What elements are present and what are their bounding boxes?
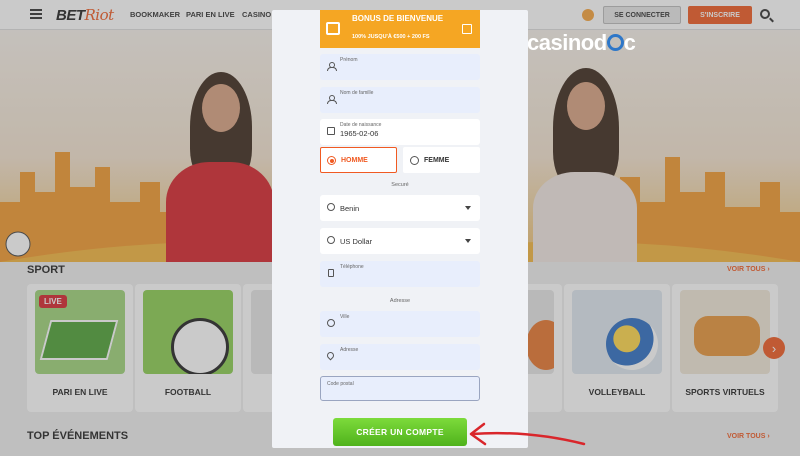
bonus-title: BONUS DE BIENVENUE <box>352 14 444 23</box>
person-icon <box>327 62 337 71</box>
postal-code-label: Code postal <box>327 381 354 387</box>
birthdate-value: 1965-02-06 <box>340 129 379 138</box>
chevron-down-icon <box>465 206 471 210</box>
birthdate-field[interactable]: Date de naissance 1965-02-06 <box>320 119 480 145</box>
gender-male-option[interactable]: HOMME <box>320 147 397 173</box>
first-name-label: Prénom <box>340 57 358 63</box>
annotation-arrow-icon <box>469 422 586 446</box>
globe-icon <box>327 203 335 211</box>
last-name-label: Nom de famille <box>340 90 374 96</box>
radio-icon <box>410 156 419 165</box>
address-section-label: Adresse <box>389 298 411 304</box>
city-field[interactable]: Ville <box>320 311 480 337</box>
postal-code-field[interactable]: Code postal <box>320 376 480 401</box>
currency-icon <box>327 236 335 244</box>
registration-modal: BONUS DE BIENVENUE 100% JUSQU'À €500 + 2… <box>272 10 528 448</box>
bonus-subtitle: 100% JUSQU'À €500 + 200 FS <box>352 34 430 40</box>
phone-field[interactable]: Téléphone <box>320 261 480 287</box>
chevron-down-icon <box>465 239 471 243</box>
welcome-bonus-banner[interactable]: BONUS DE BIENVENUE 100% JUSQU'À €500 + 2… <box>320 10 480 48</box>
gender-female-label: FEMME <box>424 157 450 164</box>
security-section-label: Securé <box>391 182 409 188</box>
country-select[interactable]: Benin <box>320 195 480 221</box>
watermark-text-start: casinod <box>527 30 607 55</box>
radio-selected-icon <box>327 156 336 165</box>
casinodoc-watermark: casinod c <box>527 30 636 56</box>
location-icon <box>327 319 335 327</box>
map-pin-icon <box>325 350 336 361</box>
watermark-ring-icon <box>606 34 624 51</box>
phone-label: Téléphone <box>340 264 364 270</box>
first-name-field[interactable]: Prénom <box>320 54 480 80</box>
address-label: Adresse <box>340 347 359 353</box>
phone-icon <box>328 269 334 277</box>
edit-bonus-icon[interactable] <box>462 24 472 34</box>
create-account-button[interactable]: CRÉER UN COMPTE <box>333 418 467 446</box>
city-label: Ville <box>340 314 350 320</box>
gift-icon <box>326 22 340 35</box>
calendar-icon <box>327 127 335 135</box>
birthdate-label: Date de naissance <box>340 122 382 128</box>
currency-value: US Dollar <box>340 237 373 246</box>
watermark-text-end: c <box>623 30 636 55</box>
country-value: Benin <box>340 204 360 213</box>
address-field[interactable]: Adresse <box>320 344 480 370</box>
gender-female-option[interactable]: FEMME <box>403 147 480 173</box>
gender-male-label: HOMME <box>341 157 368 164</box>
person-icon <box>327 95 337 104</box>
currency-select[interactable]: US Dollar <box>320 228 480 254</box>
last-name-field[interactable]: Nom de famille <box>320 87 480 113</box>
